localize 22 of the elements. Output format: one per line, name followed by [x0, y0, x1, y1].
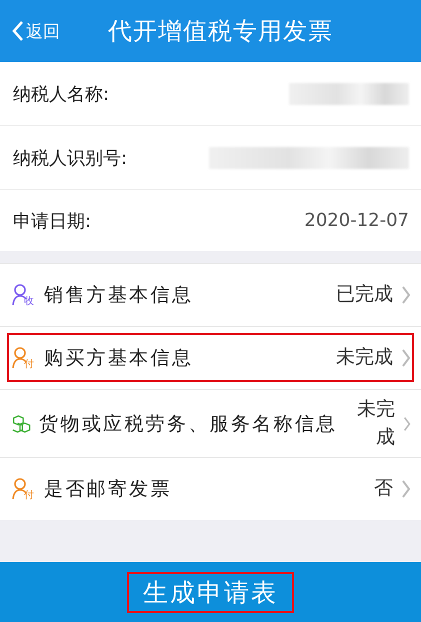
- user-icon: 付: [12, 347, 36, 369]
- field-label: 纳税人名称:: [13, 82, 110, 106]
- user-icon: 付: [12, 478, 36, 500]
- status-text: 未完成: [335, 345, 393, 370]
- field-label: 纳税人识别号:: [13, 146, 128, 170]
- field-label: 申请日期:: [13, 210, 92, 232]
- generate-button[interactable]: 生成申请表: [127, 572, 294, 612]
- item-label: 是否邮寄发票: [44, 477, 172, 502]
- field-value: 2020-12-07: [304, 210, 409, 231]
- item-label: 货物或应税劳务、服务名称信息: [39, 412, 338, 437]
- item-label: 购买方基本信息: [44, 346, 194, 371]
- status-text: 已完成: [335, 282, 393, 308]
- menu-item[interactable]: 货物或应税劳务、服务名称信息 未完成: [0, 389, 421, 458]
- menu-item[interactable]: 付 购买方基本信息 未完成: [0, 326, 421, 389]
- status-text: 否: [373, 476, 393, 502]
- item-label: 销售方基本信息: [44, 283, 194, 308]
- page-title: 代开增值税专用发票: [108, 16, 333, 47]
- menu-item[interactable]: 收 销售方基本信息 已完成: [0, 263, 421, 326]
- user-icon: 收: [12, 284, 36, 306]
- back-icon: [12, 20, 24, 42]
- status-text: 未完成: [356, 397, 395, 450]
- menu-item[interactable]: 付 是否邮寄发票 否: [0, 457, 421, 520]
